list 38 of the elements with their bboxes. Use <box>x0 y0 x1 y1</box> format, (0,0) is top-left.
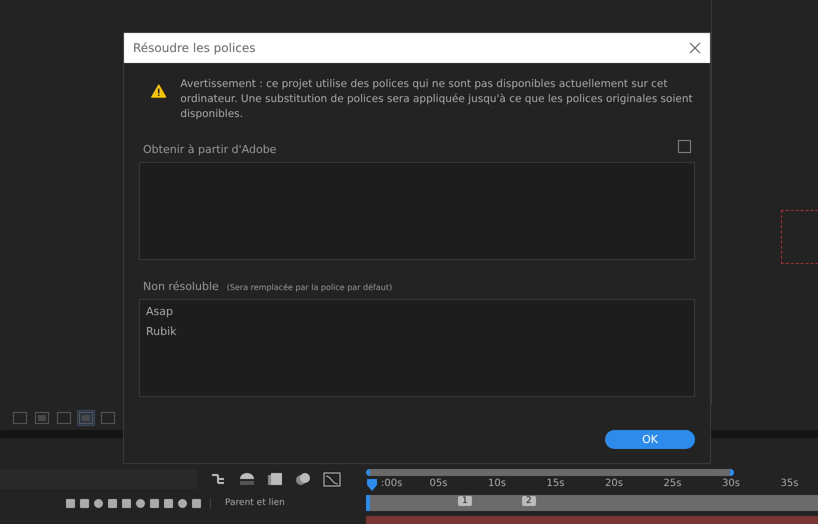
motion-blur-icon[interactable] <box>295 472 311 486</box>
time-tick-label: 30s <box>722 478 741 489</box>
layer-switch-icon[interactable] <box>191 498 202 508</box>
section-label: Non résoluble <box>143 280 219 293</box>
close-icon[interactable] <box>689 42 701 54</box>
marker[interactable]: 1 <box>458 496 472 506</box>
composition-bounds <box>781 210 818 264</box>
marker[interactable]: 2 <box>522 496 536 506</box>
time-tick-label: :00s <box>380 478 404 489</box>
layer-switch-icon[interactable] <box>177 498 188 508</box>
time-tick-label: 25s <box>664 478 682 489</box>
layer-switch-icon[interactable] <box>65 498 76 508</box>
dialog-title: Résoudre les polices <box>133 41 256 55</box>
layer-switch-icon[interactable] <box>149 498 160 508</box>
graph-editor-icon[interactable] <box>323 471 341 487</box>
hierarchy-icon[interactable] <box>211 472 227 486</box>
section-label: Obtenir à partir d'Adobe <box>143 143 276 156</box>
layer-switch-icon[interactable] <box>163 498 174 508</box>
film-stack-icon[interactable] <box>267 472 283 486</box>
playhead-icon[interactable] <box>366 478 378 492</box>
umbrella-icon[interactable] <box>239 472 255 486</box>
time-tick-label: 10s <box>488 478 507 489</box>
layer-switch-icon[interactable] <box>135 498 146 508</box>
warning-message: Avertissement : ce projet utilise des polices qui ne sont pas disponibles actuellement sur cet ordinateur. Une substitution de polices sera appliquée jusqu'à ce que les polices originales soient disponibles. <box>180 77 694 122</box>
section-note: (Sera remplacée par la police par défaut) <box>226 283 392 292</box>
layer-switch-icon[interactable] <box>79 498 90 508</box>
font-list-item[interactable]: Rubik <box>146 325 688 338</box>
time-tick-label: 15s <box>546 478 566 489</box>
work-area-bar[interactable]: 1 2 <box>366 495 818 511</box>
font-list-item[interactable]: Asap <box>146 305 688 318</box>
layer-switch-icon[interactable] <box>107 498 118 508</box>
time-tick-label: 20s <box>605 478 624 489</box>
layer-switch-icon[interactable] <box>93 498 104 508</box>
layer-switch-icon[interactable] <box>121 498 132 508</box>
column-header[interactable]: Parent et lien <box>225 498 285 508</box>
time-tick-label: 05s <box>430 478 448 489</box>
checkbox[interactable] <box>678 140 691 153</box>
time-tick-label: 35s <box>780 478 800 489</box>
